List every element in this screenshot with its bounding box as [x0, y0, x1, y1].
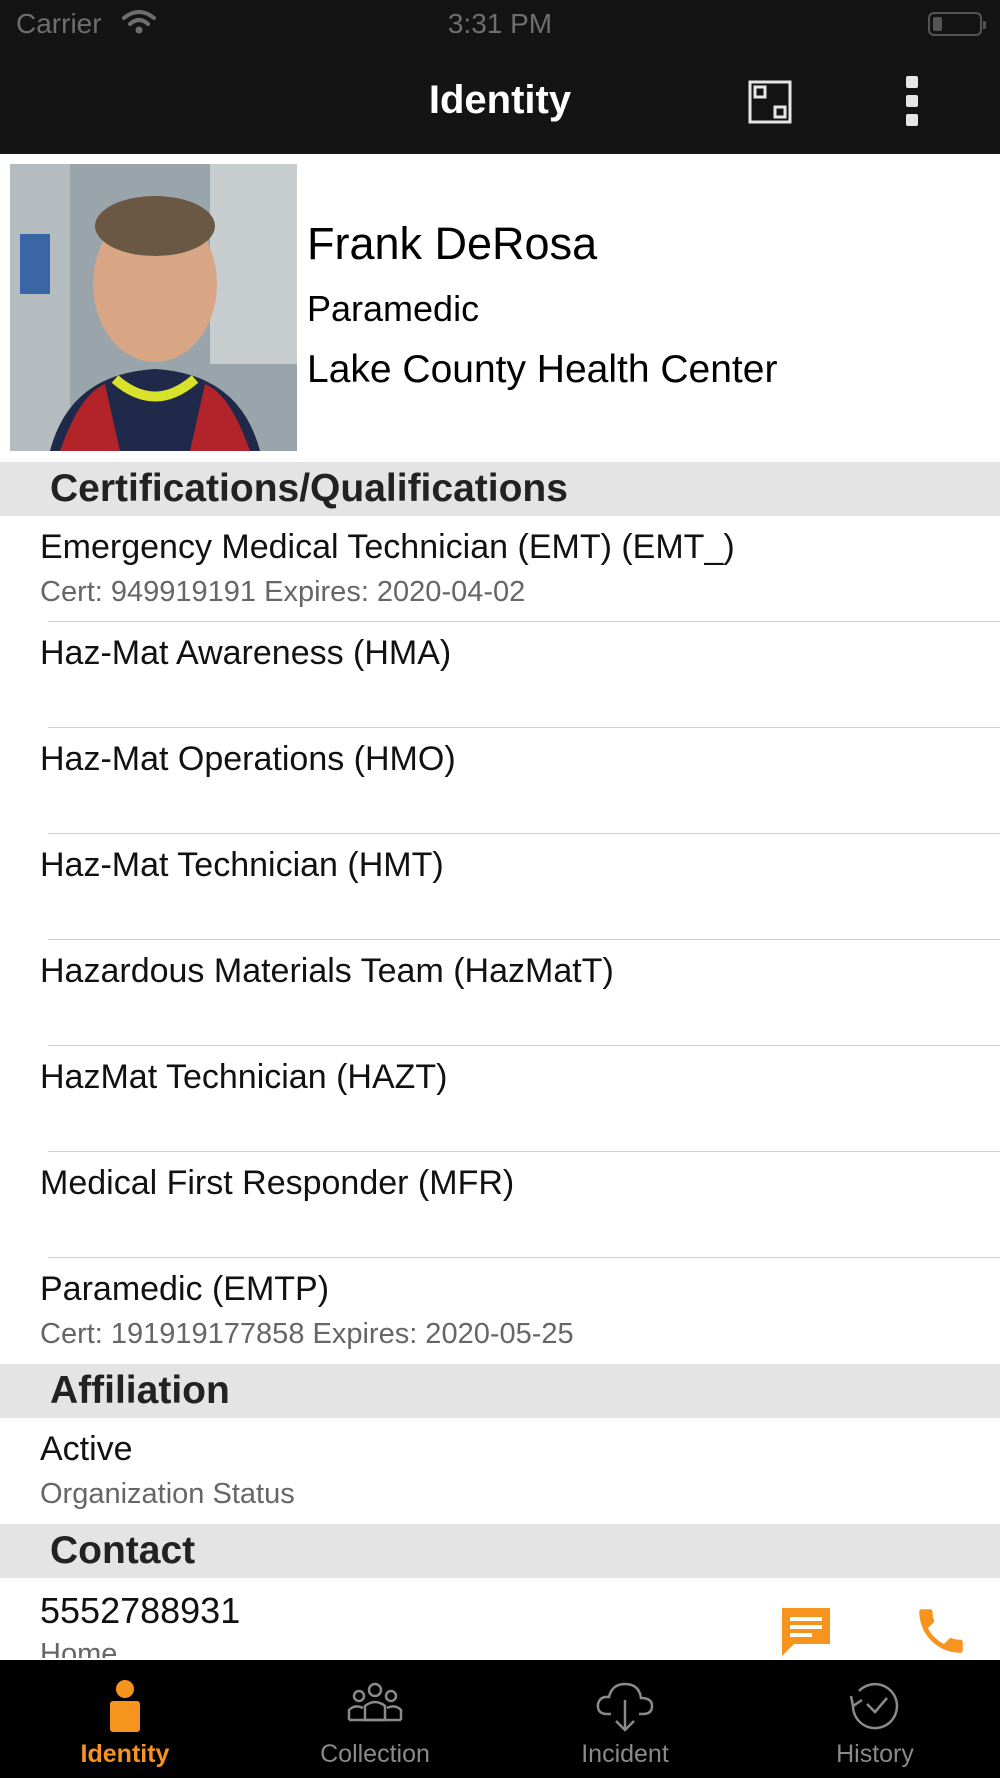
certifications-header: Certifications/Qualifications	[0, 462, 1000, 516]
contact-header: Contact	[0, 1524, 1000, 1578]
certification-title: Hazardous Materials Team (HazMatT)	[40, 952, 614, 990]
history-icon	[849, 1682, 899, 1730]
qr-scan-icon[interactable]	[748, 80, 792, 124]
certification-title: Haz-Mat Technician (HMT)	[40, 846, 444, 884]
section-title: Affiliation	[50, 1369, 230, 1412]
certification-title: Haz-Mat Operations (HMO)	[40, 740, 456, 778]
status-bar: Carrier 3:31 PM	[0, 0, 1000, 46]
certification-title: Paramedic (EMTP)	[40, 1270, 330, 1308]
tab-label: Incident	[581, 1740, 669, 1768]
tab-incident[interactable]: Incident	[500, 1660, 750, 1778]
certification-row[interactable]: Paramedic (EMTP) Cert: 191919177858 Expi…	[0, 1258, 1000, 1364]
message-icon[interactable]	[778, 1604, 834, 1658]
page-title: Identity	[428, 78, 572, 122]
certification-title: Emergency Medical Technician (EMT) (EMT_…	[40, 528, 735, 566]
affiliation-status-label: Organization Status	[40, 1478, 295, 1510]
profile-name: Frank DeRosa	[307, 218, 598, 269]
tab-label: Collection	[320, 1740, 430, 1768]
avatar	[10, 164, 297, 451]
certification-row[interactable]: Emergency Medical Technician (EMT) (EMT_…	[0, 516, 1000, 622]
affiliation-header: Affiliation	[0, 1364, 1000, 1418]
contact-row: 5552788931 Home	[0, 1578, 1000, 1658]
contact-phone-type: Home	[40, 1638, 118, 1658]
battery-icon	[928, 12, 986, 36]
certification-title: Haz-Mat Awareness (HMA)	[40, 634, 452, 672]
nav-bar: Identity	[0, 46, 1000, 154]
person-icon	[110, 1680, 140, 1732]
section-title: Certifications/Qualifications	[50, 467, 568, 510]
tab-label: Identity	[80, 1740, 170, 1768]
cloud-download-icon	[596, 1682, 654, 1732]
certification-row[interactable]: Hazardous Materials Team (HazMatT)	[0, 940, 1000, 1046]
tab-history[interactable]: History	[750, 1660, 1000, 1778]
more-vertical-icon[interactable]	[902, 76, 922, 128]
certification-row[interactable]: Haz-Mat Technician (HMT)	[0, 834, 1000, 940]
certification-row[interactable]: Medical First Responder (MFR)	[0, 1152, 1000, 1258]
certification-row[interactable]: Haz-Mat Operations (HMO)	[0, 728, 1000, 834]
certification-row[interactable]: HazMat Technician (HAZT)	[0, 1046, 1000, 1152]
contact-phone: 5552788931	[40, 1590, 241, 1631]
tab-label: History	[836, 1740, 914, 1768]
phone-icon[interactable]	[912, 1602, 970, 1658]
profile-organization: Lake County Health Center	[307, 348, 778, 391]
certification-detail: Cert: 949919191 Expires: 2020-04-02	[40, 576, 526, 608]
section-title: Contact	[50, 1529, 196, 1572]
tab-bar: Identity Collection Incident History	[0, 1660, 1000, 1778]
status-time: 3:31 PM	[447, 8, 553, 39]
profile-role: Paramedic	[307, 288, 480, 329]
profile-card: Frank DeRosa Paramedic Lake County Healt…	[0, 154, 1000, 462]
certification-title: HazMat Technician (HAZT)	[40, 1058, 448, 1096]
affiliation-status: Active	[40, 1430, 133, 1468]
certification-detail: Cert: 191919177858 Expires: 2020-05-25	[40, 1318, 574, 1350]
group-icon	[347, 1682, 403, 1722]
tab-collection[interactable]: Collection	[250, 1660, 500, 1778]
tab-identity[interactable]: Identity	[0, 1660, 250, 1778]
certification-title: Medical First Responder (MFR)	[40, 1164, 515, 1202]
certification-row[interactable]: Haz-Mat Awareness (HMA)	[0, 622, 1000, 728]
affiliation-row: Active Organization Status	[0, 1418, 1000, 1524]
